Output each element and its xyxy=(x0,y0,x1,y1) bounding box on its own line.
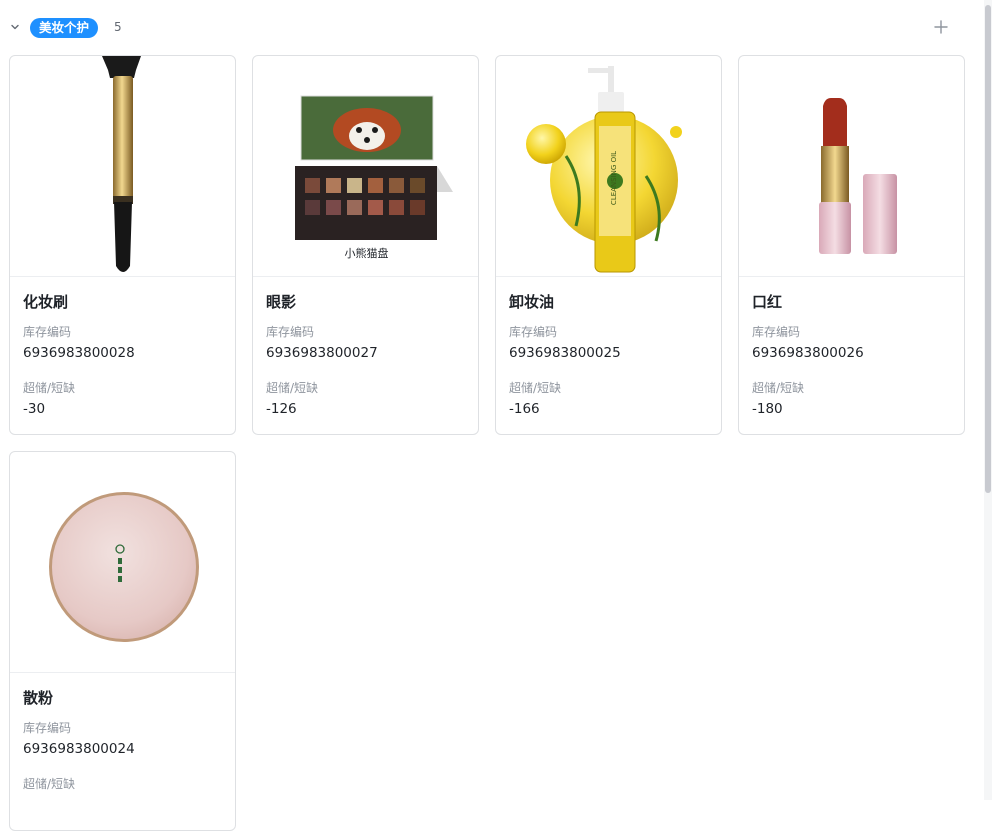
eyeshadow-pan xyxy=(305,178,320,193)
stock-value: -126 xyxy=(266,401,297,417)
card-title: 化妆刷 xyxy=(23,293,69,311)
eyeshadow-pan xyxy=(326,178,341,193)
card-title: 口红 xyxy=(752,293,783,311)
eyeshadow-pan xyxy=(389,200,404,215)
stock-value: -30 xyxy=(23,401,46,417)
card-title: 散粉 xyxy=(23,689,54,707)
lipstick-image xyxy=(739,56,964,277)
loose-powder-image xyxy=(10,452,235,673)
record-card[interactable]: 散粉 库存编码 6936983800024 超储/短缺 xyxy=(9,451,236,831)
sku-value: 6936983800026 xyxy=(752,345,864,361)
card-title: 卸妆油 xyxy=(509,293,555,311)
sku-value: 6936983800027 xyxy=(266,345,378,361)
sku-label: 库存编码 xyxy=(23,721,72,735)
eyeshadow-pan xyxy=(368,200,383,215)
record-card[interactable]: 化妆刷 库存编码 6936983800028 超储/短缺 -30 xyxy=(9,55,236,435)
eyeshadow-pan xyxy=(368,178,383,193)
record-card[interactable]: CLEANSING OIL 卸妆油 库存编码 6936983800025 超储/… xyxy=(495,55,722,435)
sku-value: 6936983800025 xyxy=(509,345,621,361)
eyeshadow-pan xyxy=(347,178,362,193)
chevron-down-icon[interactable] xyxy=(8,20,22,34)
card-title: 眼影 xyxy=(266,293,297,311)
eyeshadow-pan xyxy=(326,200,341,215)
record-card[interactable]: 口红 库存编码 6936983800026 超储/短缺 -180 xyxy=(738,55,965,435)
stock-value: -180 xyxy=(752,401,783,417)
palette-caption: 小熊猫盘 xyxy=(344,247,389,260)
sku-label: 库存编码 xyxy=(509,325,558,339)
scrollbar-thumb[interactable] xyxy=(985,5,991,493)
eyeshadow-pan xyxy=(389,178,404,193)
plus-icon[interactable] xyxy=(930,16,952,38)
cleansing-oil-image: CLEANSING OIL xyxy=(496,56,721,277)
bottle-label-text: CLEANSING OIL xyxy=(610,150,618,206)
group-header: 美妆个护 5 xyxy=(0,0,980,56)
stock-label: 超储/短缺 xyxy=(23,381,76,395)
stock-label: 超储/短缺 xyxy=(752,381,805,395)
stock-value: -166 xyxy=(509,401,540,417)
eyeshadow-pan xyxy=(410,178,425,193)
makeup-brush-image xyxy=(10,56,235,277)
eyeshadow-pan xyxy=(305,200,320,215)
stock-label: 超储/短缺 xyxy=(509,381,562,395)
sku-value: 6936983800028 xyxy=(23,345,135,361)
eyeshadow-pan xyxy=(410,200,425,215)
sku-label: 库存编码 xyxy=(23,325,72,339)
group-tag[interactable]: 美妆个护 xyxy=(30,18,99,38)
stock-label: 超储/短缺 xyxy=(23,777,76,791)
record-card[interactable]: 小熊猫盘 眼影 库存编码 6936983800027 超储/短缺 -126 xyxy=(252,55,479,435)
eyeshadow-palette-image: 小熊猫盘 xyxy=(253,56,478,277)
group-count: 5 xyxy=(114,20,122,34)
sku-label: 库存编码 xyxy=(266,325,315,339)
sku-value: 6936983800024 xyxy=(23,741,135,757)
stock-label: 超储/短缺 xyxy=(266,381,319,395)
eyeshadow-pan xyxy=(347,200,362,215)
sku-label: 库存编码 xyxy=(752,325,801,339)
